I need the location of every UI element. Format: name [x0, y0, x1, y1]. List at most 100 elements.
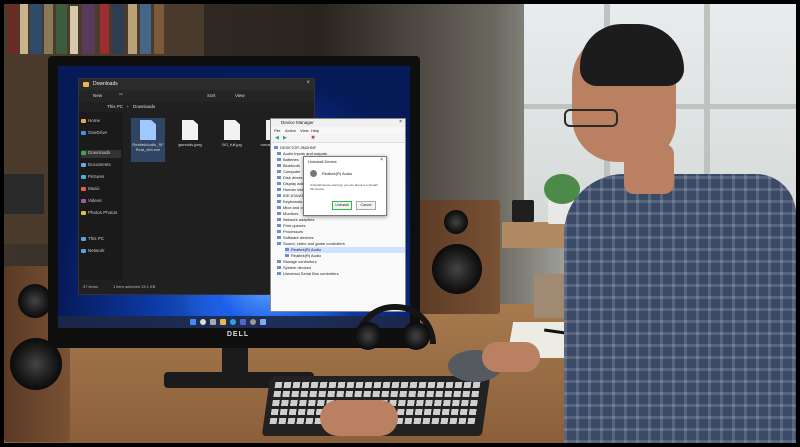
file-name: BO_full.jpg: [222, 142, 242, 147]
small-box: [512, 200, 534, 222]
headphone-earcup: [402, 322, 430, 350]
sidebar-item-downloads[interactable]: Downloads: [81, 150, 121, 158]
book: [20, 4, 28, 54]
explorer-tab-title[interactable]: Downloads: [93, 81, 118, 87]
cancel-button[interactable]: Cancel: [356, 201, 376, 210]
menu-file[interactable]: File: [274, 128, 280, 133]
cut-icon[interactable]: ✂: [119, 92, 123, 98]
storage-icon: [277, 260, 281, 264]
sidebar-item-videos[interactable]: Videos: [81, 198, 121, 206]
file-item[interactable]: gwrsdds.jpeg: [173, 118, 207, 162]
menu-action[interactable]: Action: [285, 128, 296, 133]
right-speaker: [414, 200, 500, 314]
new-button[interactable]: New: [93, 93, 102, 98]
remove-icon[interactable]: ✖: [311, 135, 315, 141]
download-icon: [81, 150, 86, 155]
key-row: [274, 382, 482, 388]
monitor-screen: Downloads × New ✂ Sort View This PC › Do…: [58, 66, 410, 328]
tree-label: Keyboards: [283, 199, 303, 204]
speaker-icon: [285, 248, 289, 252]
tree-item[interactable]: Universal Serial Bus controllers: [277, 271, 397, 277]
tree-label: Print queues: [283, 223, 306, 228]
task-view-icon[interactable]: [210, 319, 216, 325]
tree-label: Sound, video and game controllers: [283, 241, 345, 246]
uninstall-device-dialog: Uninstall Device × Realtek(R) Audio Unin…: [303, 156, 387, 216]
item-count: 37 items: [83, 284, 99, 289]
video-icon: [81, 198, 86, 203]
breadcrumb-this-pc[interactable]: This PC: [107, 104, 123, 109]
uninstall-button[interactable]: Uninstall: [332, 201, 352, 210]
headphone-earcup: [354, 322, 382, 350]
tree-label: Software devices: [283, 235, 314, 240]
sidebar-item-this-pc[interactable]: This PC: [81, 236, 121, 244]
back-icon[interactable]: ◀: [275, 135, 279, 141]
sidebar-item-label: Music: [88, 186, 100, 191]
tree-label: Universal Serial Bus controllers: [283, 271, 339, 276]
tree-label: Batteries: [283, 157, 299, 162]
book: [154, 4, 164, 54]
file-name: gwrsdds.jpeg: [178, 142, 202, 147]
breadcrumb-separator: ›: [127, 104, 129, 109]
sidebar-item-onedrive[interactable]: OneDrive: [81, 130, 121, 138]
book: [30, 4, 42, 54]
store-icon[interactable]: [240, 319, 246, 325]
tree-label: Computer: [283, 169, 301, 174]
sidebar-item-network[interactable]: Network: [81, 248, 121, 256]
close-icon[interactable]: ×: [380, 157, 383, 163]
sidebar-item-label: Downloads: [88, 150, 111, 155]
tree-label: Realtek(R) Audio: [291, 247, 322, 252]
forward-icon[interactable]: ▶: [283, 135, 287, 141]
sidebar-item-documents[interactable]: Documents: [81, 162, 121, 170]
key-row: [273, 391, 481, 397]
settings-icon[interactable]: [250, 319, 256, 325]
sidebar-item-home[interactable]: Home: [81, 118, 121, 126]
sidebar-item-music[interactable]: Music: [81, 186, 121, 194]
tree-label: Realtek(R) Audio: [291, 253, 322, 258]
book: [56, 4, 67, 54]
close-icon[interactable]: ×: [399, 119, 402, 125]
mouse-icon: [277, 206, 281, 210]
file-item[interactable]: BO_full.jpg: [215, 118, 249, 162]
bluetooth-icon: [277, 164, 281, 168]
address-bar[interactable]: This PC › Downloads: [79, 102, 314, 112]
keyboard-icon: [277, 200, 281, 204]
person-shirt: [564, 174, 796, 443]
installer-file-icon: [140, 120, 156, 140]
start-icon[interactable]: [190, 319, 196, 325]
computer-icon: [274, 146, 278, 150]
sidebar-item-photos[interactable]: Photos Photos: [81, 210, 121, 218]
speaker-woofer: [432, 244, 482, 294]
tree-label: System devices: [283, 265, 312, 270]
speaker-tweeter: [444, 210, 468, 234]
device-manager-taskbar-icon[interactable]: [260, 319, 266, 325]
book: [70, 6, 78, 54]
dialog-title: Uninstall Device: [308, 159, 337, 164]
breadcrumb-downloads[interactable]: Downloads: [133, 104, 155, 109]
close-icon[interactable]: ×: [306, 80, 310, 86]
view-button[interactable]: View: [235, 93, 245, 98]
photo-icon: [81, 210, 86, 215]
folder-icon: [83, 82, 89, 87]
file-explorer-icon[interactable]: [220, 319, 226, 325]
dialog-warning-text: Uninstall device warning: you are about …: [310, 183, 378, 191]
display-icon: [277, 182, 281, 186]
computer-icon: [81, 236, 86, 241]
hid-icon: [277, 188, 281, 192]
file-item-realtek-installer[interactable]: RealtekAudio_SF Rcat_x64.exe: [131, 118, 165, 162]
monitor: Downloads × New ✂ Sort View This PC › Do…: [48, 56, 420, 348]
tree-label: Network adapters: [283, 217, 315, 222]
sort-button[interactable]: Sort: [207, 93, 215, 98]
search-icon[interactable]: [200, 319, 206, 325]
menu-help[interactable]: Help: [311, 128, 319, 133]
menu-view[interactable]: View: [300, 128, 309, 133]
explorer-toolbar: New ✂ Sort View: [79, 90, 314, 102]
device-manager-title: Device Manager: [281, 120, 314, 125]
network-icon: [81, 248, 86, 253]
sidebar-item-pictures[interactable]: Pictures: [81, 174, 121, 182]
browser-icon[interactable]: [230, 319, 236, 325]
disk-icon: [277, 176, 281, 180]
music-icon: [81, 186, 86, 191]
monitor-brand-logo: DELL: [226, 331, 250, 338]
monitor-icon: [277, 212, 281, 216]
office-photo: Downloads × New ✂ Sort View This PC › Do…: [4, 4, 796, 443]
